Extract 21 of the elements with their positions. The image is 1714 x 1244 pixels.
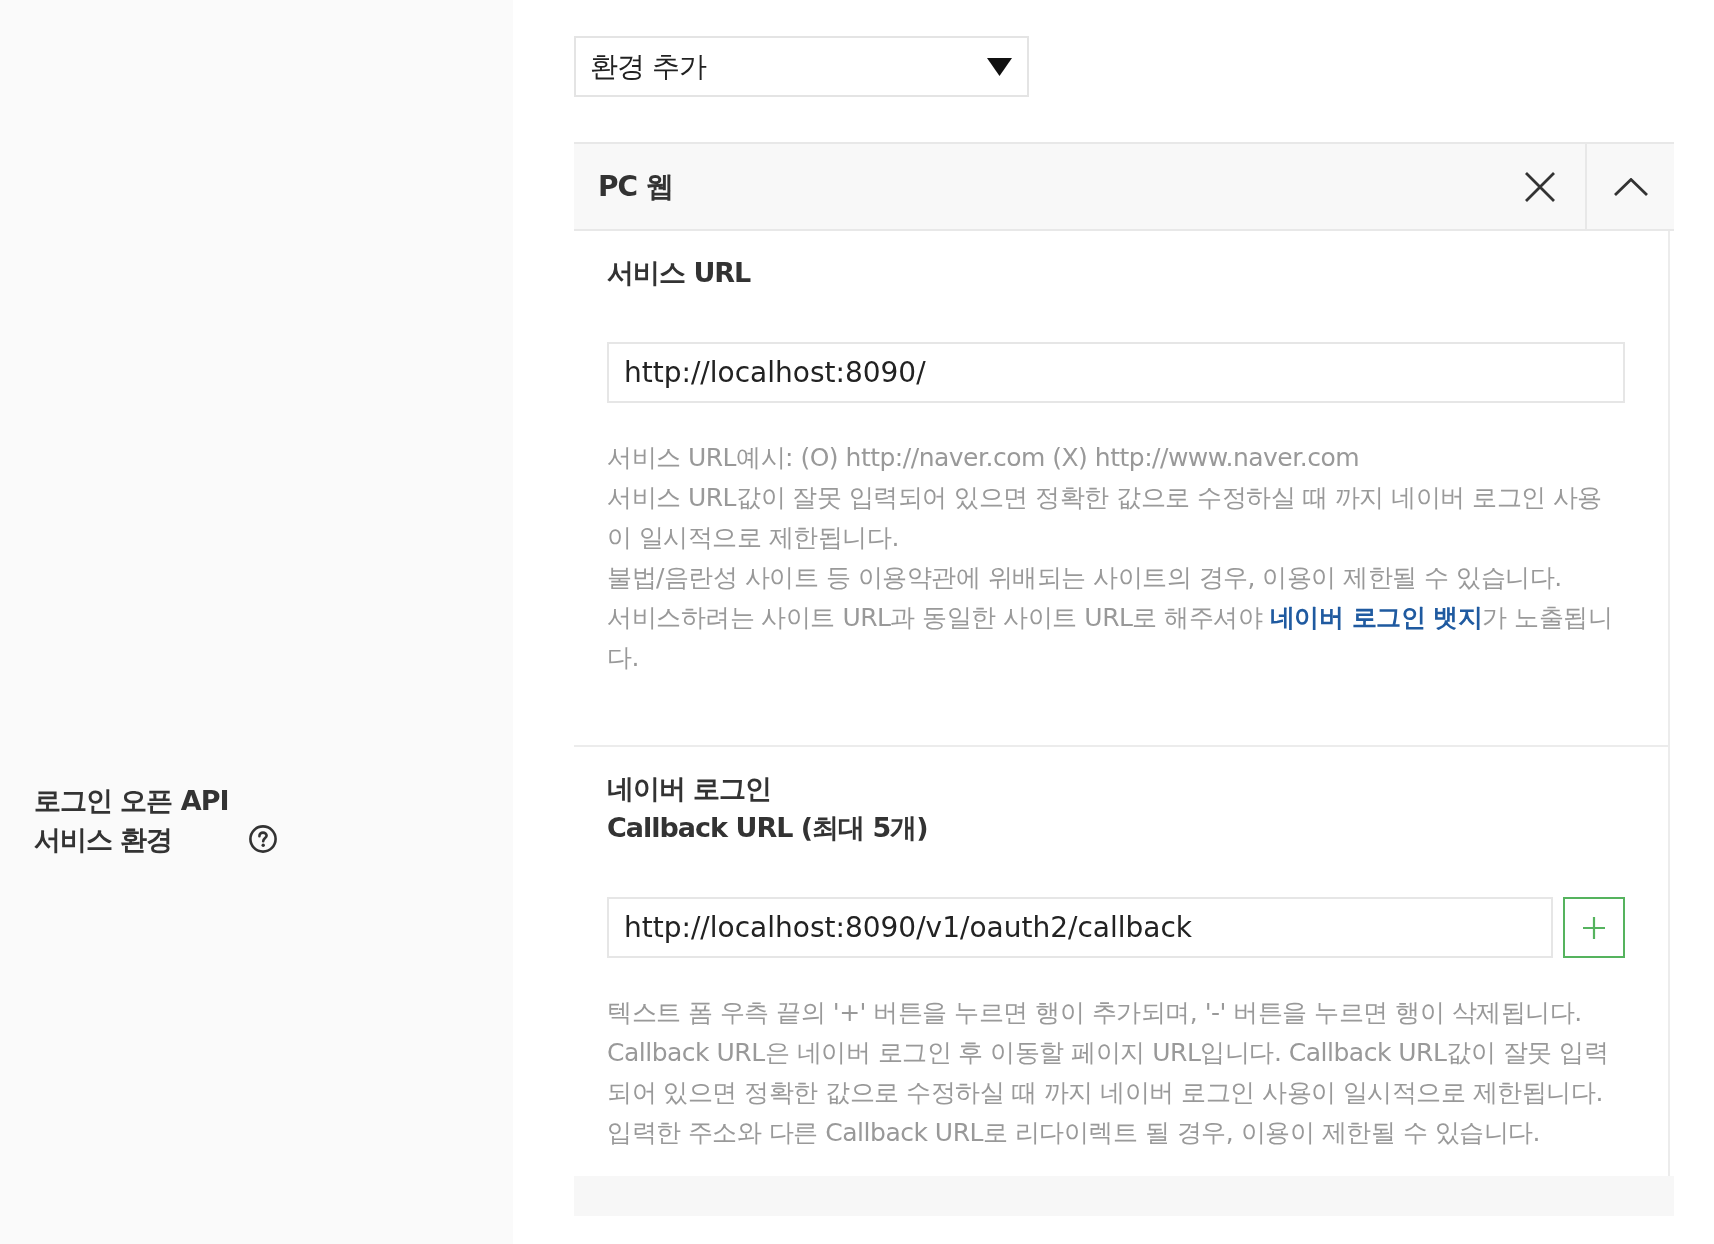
caret-down-icon bbox=[987, 57, 1012, 76]
section-title: 서비스 URL bbox=[607, 256, 752, 290]
panel-title: PC 웹 bbox=[597, 168, 674, 205]
help-text: 불법/음란성 사이트 등 이용약관에 위배되는 사이트의 경우, 이용이 제한될 수 있습니다. bbox=[607, 562, 1563, 594]
badge-link[interactable]: 네이버 로그인 뱃지 bbox=[1269, 603, 1483, 632]
field-label: 로그인 오픈 API 서비스 환경 bbox=[34, 784, 229, 857]
help-text: 서비스 URL예시: (O) http://naver.com (X) http://www.naver.com bbox=[607, 442, 1361, 474]
add-button[interactable] bbox=[1563, 897, 1625, 958]
help-text: 입력한 주소와 다른 Callback URL로 리다이렉트 될 경우, 이용이 제한될 수 있습니다. bbox=[607, 1117, 1541, 1149]
plus-icon bbox=[1582, 915, 1606, 940]
section-title: 네이버 로그인 Callback URL (최대 5개) bbox=[607, 772, 929, 845]
help-text: 텍스트 폼 우측 끝의 '+' 버튼을 누르면 행이 추가되며, '-' 버튼을 누르면 행이 삭제됩니다. bbox=[607, 997, 1583, 1029]
url-input[interactable]: http://localhost:8090/v1/oauth2/callback bbox=[607, 897, 1553, 958]
url-input[interactable]: http://localhost:8090/ bbox=[607, 342, 1625, 403]
close-icon bbox=[1525, 171, 1555, 202]
help-text: Callback URL은 네이버 로그인 후 이동할 페이지 URL입니다. Callback URL값이 잘못 입력되어 있으면 정확한 값으로 수정하실 때 까지 네이버 로그인 사용이 일시적으로 제한됩니다. bbox=[607, 1037, 1610, 1109]
help-text: 서비스 URL값이 잘못 입력되어 있으면 정확한 값으로 수정하실 때 까지 네이버 로그인 사용이 일시적으로 제한됩니다. bbox=[607, 482, 1603, 554]
help-text: 서비스하려는 사이트 URL과 동일한 사이트 URL로 해주셔야 네이버 로그인 뱃지가 노출됩니다. bbox=[607, 602, 1614, 674]
environment-select[interactable]: 환경 추가 bbox=[574, 36, 1029, 97]
chevron-up-icon bbox=[1613, 177, 1648, 196]
help-icon[interactable] bbox=[248, 825, 277, 853]
